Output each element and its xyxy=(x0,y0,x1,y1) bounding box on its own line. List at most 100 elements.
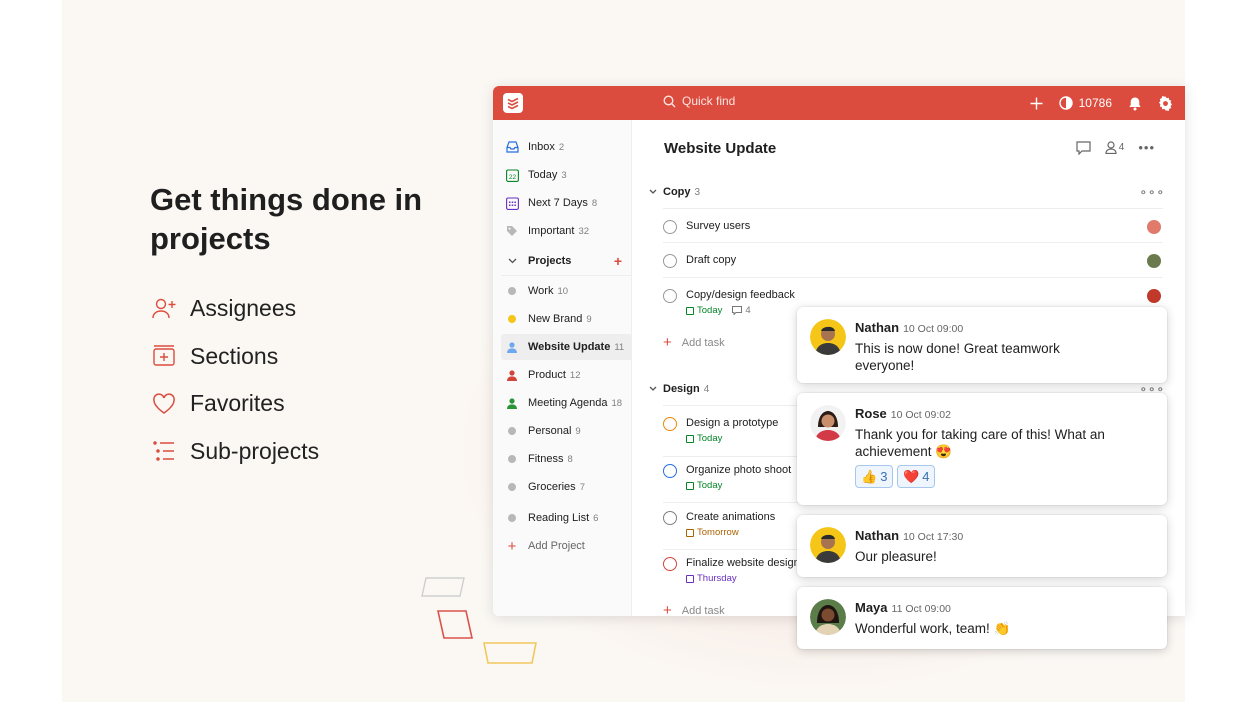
quick-find[interactable]: Quick find xyxy=(663,94,735,108)
feature-list: Assignees Sections Favorites Sub-project… xyxy=(150,285,319,475)
comment-count: 4 xyxy=(732,305,751,316)
gear-icon[interactable] xyxy=(1158,95,1173,111)
task-row[interactable]: Survey users xyxy=(663,220,1163,250)
comment-icon[interactable] xyxy=(1076,140,1091,155)
headline: Get things done in projects xyxy=(150,182,423,256)
sidebar-item-project[interactable]: Meeting Agenda 18 xyxy=(501,390,632,416)
sidebar-item-project[interactable]: Product 12 xyxy=(501,362,632,388)
calendar-week-icon xyxy=(504,196,520,210)
sidebar-item-count: 32 xyxy=(578,225,590,237)
sidebar-item-important[interactable]: Important 32 xyxy=(501,218,632,244)
task-checkbox[interactable] xyxy=(663,464,677,478)
project-dot-icon xyxy=(508,427,516,435)
avatar xyxy=(810,319,846,355)
feature-sections: Sections xyxy=(150,333,319,381)
comment-time: 10 Oct 09:00 xyxy=(903,323,964,335)
comment-text: Thank you for taking care of this! What … xyxy=(855,427,1105,459)
project-dot-icon xyxy=(508,483,516,491)
sidebar-item-label: Groceries xyxy=(528,481,576,493)
karma-button[interactable]: 10786 xyxy=(1058,96,1112,110)
sidebar-item-project[interactable]: New Brand 9 xyxy=(501,306,632,332)
task-checkbox[interactable] xyxy=(663,511,677,525)
sidebar-item-label: Reading List xyxy=(528,512,590,524)
avatar xyxy=(810,527,846,563)
add-task-icon[interactable] xyxy=(1030,97,1043,110)
bell-icon[interactable] xyxy=(1128,96,1142,111)
assignee-avatar xyxy=(1147,289,1161,303)
add-project-button[interactable]: + Add Project xyxy=(501,533,632,559)
sidebar-item-project[interactable]: Website Update 11 xyxy=(501,334,632,360)
task-name: Design a prototype xyxy=(686,417,779,429)
project-dot-icon xyxy=(508,315,516,323)
heart-icon xyxy=(150,390,178,418)
comment-card: Nathan 10 Oct 09:00 This is now done! Gre… xyxy=(797,307,1167,383)
add-project-label: Add Project xyxy=(528,540,585,552)
task-name: Survey users xyxy=(686,220,751,232)
chevron-down-icon xyxy=(649,384,657,394)
comment-card: Rose 10 Oct 09:02 Thank you for taking ca… xyxy=(797,393,1167,505)
calendar-today-icon: 22 xyxy=(504,168,520,182)
sidebar-item-today[interactable]: 22 Today 3 xyxy=(501,162,632,188)
sidebar: Inbox 2 22 Today 3 Next 7 Days 8 Important 3… xyxy=(493,120,632,616)
more-options-icon[interactable]: ••• xyxy=(1138,140,1155,155)
avatar xyxy=(810,405,846,441)
sidebar-item-count: 12 xyxy=(569,369,581,381)
due-label: Today xyxy=(697,305,723,316)
task-checkbox[interactable] xyxy=(663,417,677,431)
sidebar-item-project[interactable]: Groceries 7 xyxy=(501,474,632,500)
sidebar-item-count: 2 xyxy=(558,141,565,153)
section-count: 4 xyxy=(703,383,710,395)
add-task-button[interactable]: + Add task xyxy=(663,335,725,350)
task-due: Today 4 xyxy=(686,305,751,316)
todoist-logo-icon[interactable] xyxy=(503,93,523,113)
comment-author: Maya 11 Oct 09:00 xyxy=(855,600,951,615)
calendar-icon xyxy=(686,528,694,537)
sidebar-item-project[interactable]: Personal 9 xyxy=(501,418,632,444)
sidebar-item-label: Website Update xyxy=(528,341,611,353)
task-due: Today xyxy=(686,433,722,444)
sidebar-item-count: 10 xyxy=(557,285,569,297)
sidebar-item-label: Personal xyxy=(528,425,572,437)
task-row[interactable]: Draft copy xyxy=(663,254,1163,284)
project-dot-icon xyxy=(508,287,516,295)
karma-value: 10786 xyxy=(1078,96,1112,110)
search-placeholder: Quick find xyxy=(682,94,736,108)
feature-label: Favorites xyxy=(190,390,285,417)
add-project-plus-icon[interactable]: + xyxy=(614,253,622,269)
calendar-icon xyxy=(686,434,694,443)
person-icon xyxy=(1105,141,1117,154)
sidebar-item-label: Work xyxy=(528,285,554,297)
task-checkbox[interactable] xyxy=(663,254,677,268)
plus-icon: + xyxy=(663,602,672,616)
calendar-icon xyxy=(686,306,694,315)
share-button[interactable]: 4 xyxy=(1105,141,1124,154)
project-dot-icon xyxy=(508,455,516,463)
task-checkbox[interactable] xyxy=(663,557,677,571)
karma-icon xyxy=(1058,96,1073,110)
sidebar-item-count: 8 xyxy=(591,197,598,209)
sidebar-item-label: Product xyxy=(528,369,566,381)
sidebar-item-count: 8 xyxy=(567,453,573,465)
reaction-thumbs-up[interactable]: 👍 3 xyxy=(855,465,894,488)
user-plus-icon xyxy=(150,295,178,323)
add-task-label: Add task xyxy=(681,336,725,349)
sidebar-item-inbox[interactable]: Inbox 2 xyxy=(501,134,632,160)
sidebar-projects-header[interactable]: Projects + xyxy=(501,248,632,274)
sidebar-item-project[interactable]: Reading List 6 xyxy=(501,505,632,531)
sidebar-item-project[interactable]: Work 10 xyxy=(501,278,632,304)
reaction-heart[interactable]: ❤️ 4 xyxy=(897,465,936,488)
comment-author: Nathan 10 Oct 09:00 xyxy=(855,320,964,335)
task-checkbox[interactable] xyxy=(663,289,677,303)
feature-label: Sections xyxy=(190,342,279,369)
section-header-copy[interactable]: Copy 3 ∘∘∘ xyxy=(649,185,1165,199)
task-due: Tomorrow xyxy=(686,527,739,538)
sidebar-item-count: 3 xyxy=(561,169,567,181)
task-checkbox[interactable] xyxy=(663,220,677,234)
add-task-button[interactable]: + Add task xyxy=(663,603,725,616)
sidebar-item-label: Meeting Agenda xyxy=(528,397,608,409)
feature-sub-projects: Sub-projects xyxy=(150,428,319,476)
sidebar-item-project[interactable]: Fitness 8 xyxy=(501,446,632,472)
section-more-icon[interactable]: ∘∘∘ xyxy=(1139,185,1165,199)
sidebar-item-next-7-days[interactable]: Next 7 Days 8 xyxy=(501,190,632,216)
add-task-label: Add task xyxy=(681,604,725,617)
